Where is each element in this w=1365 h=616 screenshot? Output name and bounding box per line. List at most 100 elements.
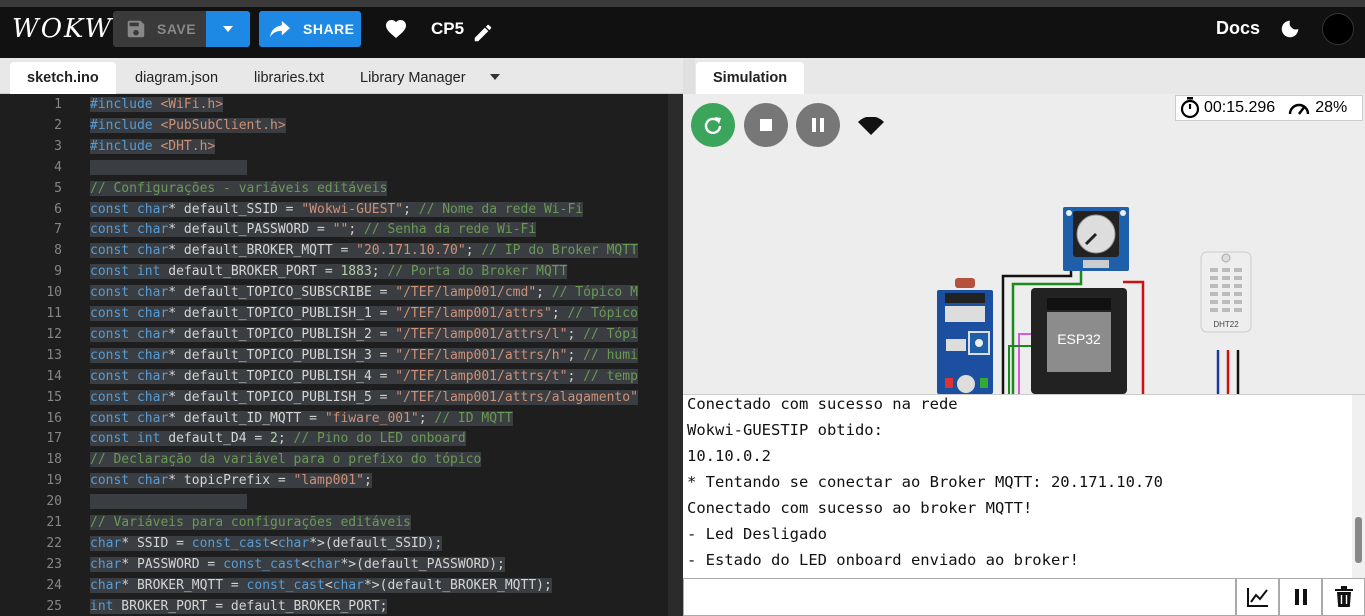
potentiometer[interactable] [1063, 207, 1129, 271]
heart-icon[interactable] [384, 17, 408, 39]
code-line[interactable]: 24 char* BROKER_MQTT = const_cast<char*>(… [0, 575, 683, 596]
code-text [90, 157, 247, 178]
code-line[interactable]: 11 const char* default_TOPICO_PUBLISH_1 =… [0, 303, 683, 324]
code-text: const char* default_TOPICO_PUBLISH_3 = "… [90, 347, 638, 363]
code-text: const char* default_ID_MQTT = "fiware_00… [90, 410, 513, 426]
code-line[interactable]: 10 const char* default_TOPICO_SUBSCRIBE =… [0, 282, 683, 303]
code-text: const int default_D4 = 2; // Pino do LED… [90, 431, 466, 447]
code-line[interactable]: 3 #include <DHT.h> [0, 136, 683, 157]
code-line[interactable]: 17 const int default_D4 = 2; // Pino do L… [0, 428, 683, 449]
line-number: 23 [46, 556, 62, 572]
code-line[interactable]: 25 int BROKER_PORT = default_BROKER_PORT; [0, 596, 683, 616]
line-number: 17 [46, 431, 62, 447]
code-line[interactable]: 20 [0, 491, 683, 512]
line-number: 18 [46, 452, 62, 468]
user-avatar[interactable] [1322, 13, 1354, 45]
editor-scrollbar[interactable] [668, 94, 683, 616]
serial-line: * Tentando se conectar ao Broker MQTT: 2… [687, 473, 1163, 491]
moon-icon[interactable] [1279, 18, 1301, 40]
code-line[interactable]: 19 const char* topicPrefix = "lamp001"; [0, 470, 683, 491]
code-line[interactable]: 6 const char* default_SSID = "Wokwi-GUEST… [0, 199, 683, 220]
code-line[interactable]: 7 const char* default_PASSWORD = ""; // S… [0, 219, 683, 240]
plotter-button[interactable] [1236, 578, 1279, 616]
code-text: const char* topicPrefix = "lamp001"; [90, 473, 372, 489]
line-number: 22 [46, 535, 62, 551]
dht22-sensor[interactable]: DHT22 [1200, 251, 1252, 333]
serial-pause-button[interactable] [1279, 578, 1322, 616]
floppy-disk-icon [127, 20, 145, 38]
code-line[interactable]: 21 // Variáveis para configurações editáv… [0, 512, 683, 533]
code-line[interactable]: 9 const int default_BROKER_PORT = 1883; /… [0, 261, 683, 282]
line-number: 20 [46, 494, 62, 510]
serial-line: - Led Desligado [687, 525, 827, 543]
line-number: 5 [54, 180, 62, 196]
code-line[interactable]: 1 #include <WiFi.h> [0, 94, 683, 115]
code-text: char* SSID = const_cast<char*>(default_S… [90, 535, 443, 551]
line-number: 15 [46, 389, 62, 405]
chart-line-icon [1246, 588, 1268, 607]
circuit-diagram: ESP32 DHT22 [937, 207, 1252, 394]
docs-link[interactable]: Docs [1216, 18, 1260, 39]
tab-libraries-txt[interactable]: libraries.txt [237, 62, 341, 94]
save-dropdown-button[interactable] [206, 11, 250, 47]
tab-diagram-json[interactable]: diagram.json [118, 62, 235, 94]
code-line[interactable]: 15 const char* default_TOPICO_PUBLISH_5 =… [0, 387, 683, 408]
editor-tab-bar: sketch.ino diagram.json libraries.txt Li… [0, 58, 683, 94]
serial-line: Conectado com sucesso ao broker MQTT! [687, 499, 1033, 517]
line-number: 19 [46, 473, 62, 489]
serial-scroll-thumb[interactable] [1355, 517, 1362, 563]
line-number: 6 [54, 201, 62, 217]
save-button[interactable]: SAVE [113, 11, 206, 47]
code-line[interactable]: 23 char* PASSWORD = const_cast<char*>(def… [0, 554, 683, 575]
tab-simulation[interactable]: Simulation [696, 62, 805, 94]
code-text: char* BROKER_MQTT = const_cast<char*>(de… [90, 577, 552, 593]
code-text: const char* default_TOPICO_PUBLISH_4 = "… [90, 368, 638, 384]
project-title[interactable]: CP5 [431, 19, 464, 39]
simulation-canvas[interactable]: 00:15.296 28% ESP32 DHT22 [683, 94, 1365, 394]
tab-sketch-ino[interactable]: sketch.ino [10, 62, 116, 94]
serial-scrollbar[interactable] [1352, 395, 1365, 578]
code-text: const char* default_BROKER_MQTT = "20.17… [90, 243, 638, 259]
line-number: 2 [54, 117, 62, 133]
tab-library-manager[interactable]: Library Manager [343, 62, 483, 94]
code-text: const char* default_SSID = "Wokwi-GUEST"… [90, 201, 584, 217]
share-button[interactable]: SHARE [259, 11, 361, 47]
code-text: #include <DHT.h> [90, 138, 216, 154]
esp32-label: ESP32 [1057, 331, 1101, 347]
line-number: 11 [46, 306, 62, 321]
code-line[interactable]: 12 const char* default_TOPICO_PUBLISH_2 =… [0, 324, 683, 345]
code-text: const char* default_TOPICO_SUBSCRIBE = "… [90, 285, 638, 301]
serial-monitor[interactable]: Conectado com sucesso na rede Wokwi-GUES… [683, 394, 1365, 578]
pause-icon [1294, 589, 1307, 605]
code-line[interactable]: 22 char* SSID = const_cast<char*>(default… [0, 533, 683, 554]
pencil-icon[interactable] [472, 22, 494, 44]
code-line[interactable]: 8 const char* default_BROKER_MQTT = "20.1… [0, 240, 683, 261]
code-line[interactable]: 16 const char* default_ID_MQTT = "fiware_… [0, 408, 683, 429]
esp32-board[interactable]: ESP32 [1031, 288, 1127, 394]
line-number: 10 [46, 285, 62, 301]
wokwi-logo[interactable]: WOKWi [12, 14, 123, 44]
code-line[interactable]: 18 // Declaração da variável para o prefi… [0, 449, 683, 470]
code-text: const int default_BROKER_PORT = 1883; //… [90, 264, 568, 280]
code-text [90, 491, 247, 512]
code-text: // Configurações - variáveis editáveis [90, 180, 388, 196]
code-line[interactable]: 5 // Configurações - variáveis editáveis [0, 178, 683, 199]
code-line[interactable]: 13 const char* default_TOPICO_PUBLISH_3 =… [0, 345, 683, 366]
trash-icon [1334, 586, 1353, 607]
ldr-sensor-module[interactable] [937, 278, 993, 394]
code-text: const char* default_TOPICO_PUBLISH_5 = "… [90, 389, 638, 405]
code-line[interactable]: 14 const char* default_TOPICO_PUBLISH_4 =… [0, 366, 683, 387]
serial-clear-button[interactable] [1322, 578, 1365, 616]
serial-input[interactable] [683, 578, 1236, 616]
code-editor[interactable]: 1 #include <WiFi.h> 2 #include <PubSubClien… [0, 94, 683, 616]
code-text: // Variáveis para configurações editávei… [90, 515, 411, 530]
line-number: 16 [46, 410, 62, 426]
code-text: #include <WiFi.h> [90, 97, 224, 112]
line-number: 4 [54, 159, 62, 175]
tabs-dropdown-icon[interactable] [490, 74, 500, 80]
code-line[interactable]: 2 #include <PubSubClient.h> [0, 115, 683, 136]
code-text: const char* default_TOPICO_PUBLISH_2 = "… [90, 326, 638, 342]
serial-line: Conectado com sucesso na rede [687, 395, 958, 413]
code-line[interactable]: 4 [0, 157, 683, 178]
share-button-label: SHARE [303, 21, 355, 37]
